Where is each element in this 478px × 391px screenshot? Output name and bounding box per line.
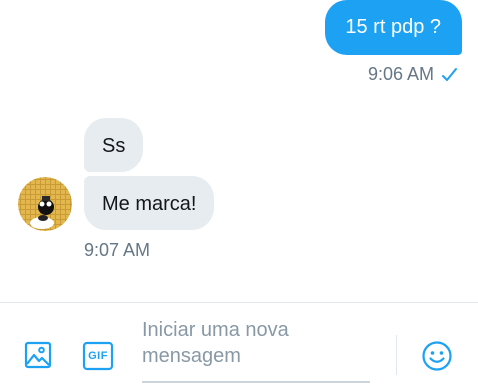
outgoing-message-text: 15 rt pdp ? [345, 16, 441, 38]
dm-conversation: 15 rt pdp ? 9:06 AM Ss Me marca! 9:07 AM… [0, 0, 478, 391]
outgoing-message-bubble[interactable]: 15 rt pdp ? [325, 0, 462, 55]
avatar[interactable] [18, 177, 72, 231]
outgoing-message-meta: 9:06 AM [368, 64, 458, 85]
gif-button[interactable]: GIF [82, 341, 114, 371]
incoming-message-text: Ss [102, 135, 126, 157]
incoming-message-text: Me marca! [102, 193, 197, 215]
image-icon[interactable] [22, 339, 54, 371]
smiley-icon[interactable] [420, 339, 454, 373]
outgoing-timestamp: 9:06 AM [367, 64, 434, 84]
gif-label: GIF [88, 350, 108, 362]
message-input[interactable] [142, 317, 370, 383]
incoming-timestamp: 9:07 AM [84, 240, 151, 260]
composer-divider [396, 335, 397, 375]
check-icon [440, 66, 458, 84]
message-composer: GIF [0, 302, 478, 391]
incoming-message-bubble[interactable]: Ss [84, 118, 144, 172]
incoming-message-bubble[interactable]: Me marca! [84, 176, 215, 230]
